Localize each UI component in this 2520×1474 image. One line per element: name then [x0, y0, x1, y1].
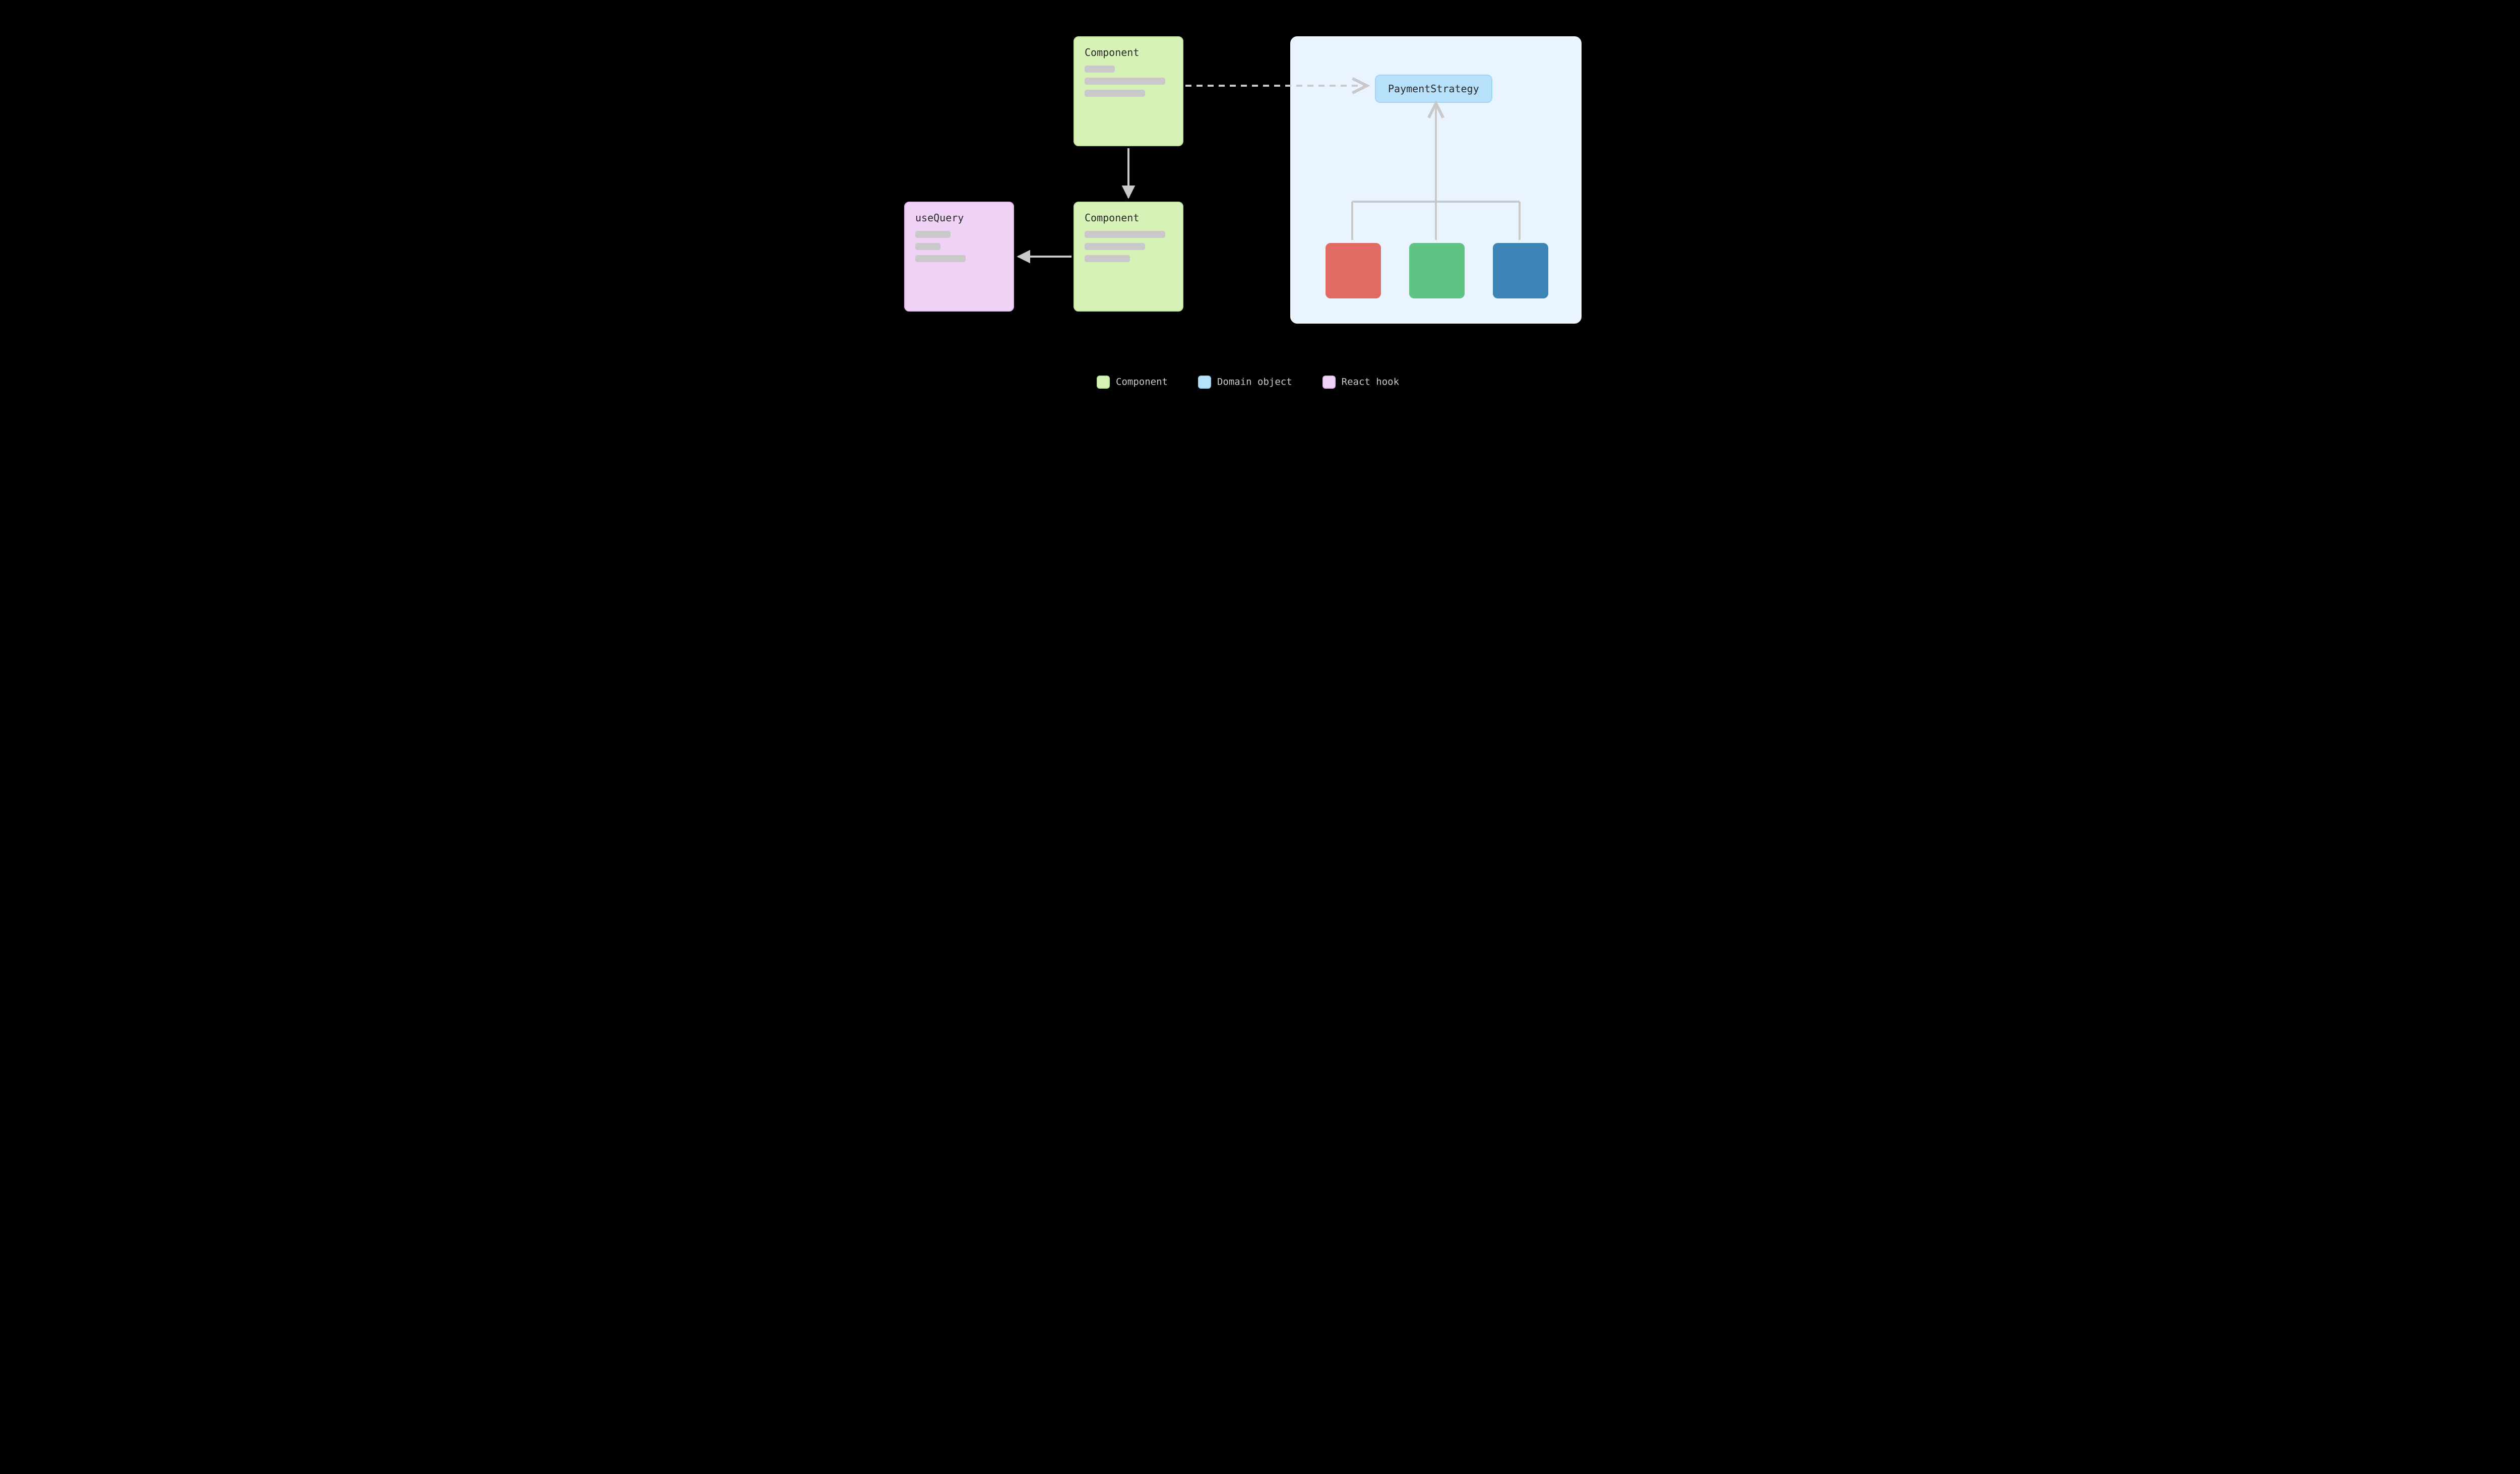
impl-box-blue — [1493, 243, 1548, 298]
legend-swatch-domain — [1198, 376, 1211, 389]
legend-swatch-component — [1097, 376, 1110, 389]
legend: Component Domain object React hook — [1097, 376, 1399, 389]
domain-interface-text: PaymentStrategy — [1388, 83, 1479, 95]
impl-box-red — [1326, 243, 1381, 298]
domain-interface-label: PaymentStrategy — [1375, 75, 1492, 103]
legend-label-hook: React hook — [1342, 377, 1399, 388]
placeholder-line — [915, 243, 940, 250]
legend-swatch-hook — [1322, 376, 1336, 389]
legend-label-domain: Domain object — [1217, 377, 1292, 388]
component-box-bottom-title: Component — [1085, 212, 1172, 224]
placeholder-line — [1085, 243, 1145, 250]
diagram-canvas: Component Component useQuery PaymentStra… — [865, 0, 1655, 419]
impl-box-green — [1409, 243, 1465, 298]
placeholder-line — [1085, 231, 1165, 238]
placeholder-line — [915, 255, 966, 262]
placeholder-line — [915, 231, 951, 238]
hook-box-title: useQuery — [915, 212, 1003, 224]
component-box-bottom: Component — [1074, 202, 1183, 312]
placeholder-line — [1085, 90, 1145, 97]
placeholder-line — [1085, 78, 1165, 85]
legend-item-domain: Domain object — [1198, 376, 1292, 389]
placeholder-line — [1085, 66, 1115, 73]
component-box-top-title: Component — [1085, 46, 1172, 58]
domain-panel: PaymentStrategy — [1290, 36, 1582, 324]
component-box-top: Component — [1074, 36, 1183, 146]
hook-box-usequery: useQuery — [904, 202, 1014, 312]
legend-item-hook: React hook — [1322, 376, 1399, 389]
legend-item-component: Component — [1097, 376, 1168, 389]
placeholder-line — [1085, 255, 1130, 262]
legend-label-component: Component — [1116, 377, 1168, 388]
